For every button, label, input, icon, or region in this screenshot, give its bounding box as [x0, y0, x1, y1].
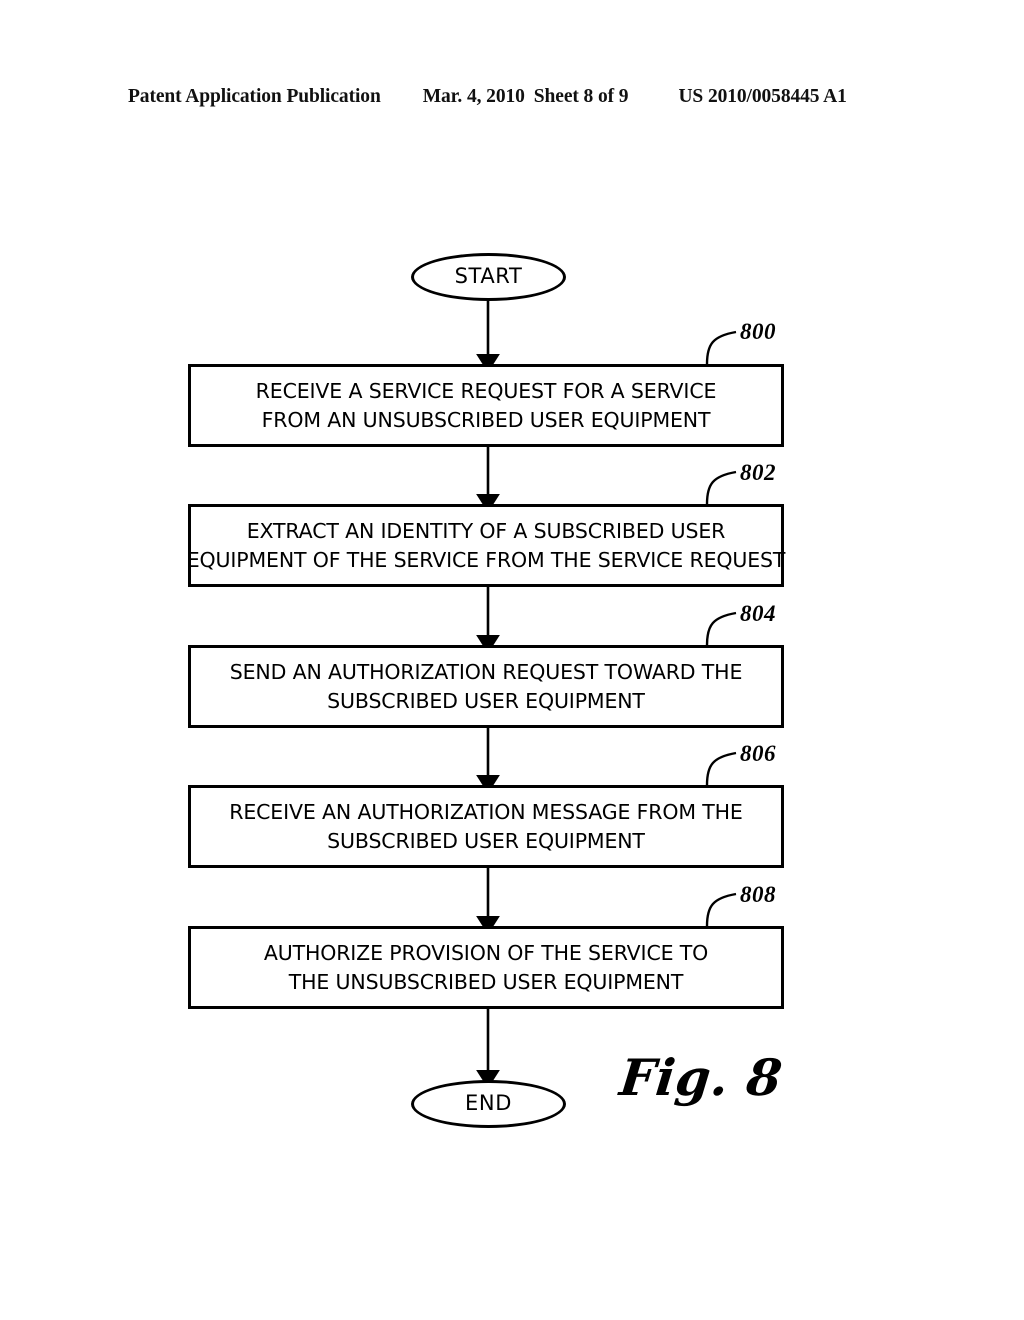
- leader-line-800: [705, 330, 737, 365]
- step-802-line1: EXTRACT AN IDENTITY OF A SUBSCRIBED USER: [246, 518, 726, 543]
- step-800-line2: FROM AN UNSUBSCRIBED USER EQUIPMENT: [261, 407, 711, 432]
- reference-numeral-802: 802: [740, 460, 776, 485]
- step-806-line1: RECEIVE AN AUTHORIZATION MESSAGE FROM TH…: [229, 799, 743, 824]
- step-804-line2: SUBSCRIBED USER EQUIPMENT: [327, 688, 645, 713]
- reference-numeral-804: 804: [740, 601, 776, 626]
- figure-flowchart: START RECEIVE A SERVICE REQUEST FOR A SE…: [0, 0, 1024, 1320]
- figure-caption: Fig. 8: [616, 1048, 786, 1107]
- flowchart-step-804: SEND AN AUTHORIZATION REQUEST TOWARD THE…: [188, 645, 784, 728]
- reference-numeral-800: 800: [740, 319, 776, 344]
- flowchart-end-node: END: [411, 1080, 566, 1128]
- step-800-line1: RECEIVE A SERVICE REQUEST FOR A SERVICE: [255, 378, 717, 403]
- flowchart-step-802: EXTRACT AN IDENTITY OF A SUBSCRIBED USER…: [186, 504, 786, 587]
- step-802-line2: EQUIPMENT OF THE SERVICE FROM THE SERVIC…: [186, 547, 786, 572]
- step-806-line2: SUBSCRIBED USER EQUIPMENT: [327, 828, 645, 853]
- step-808-line1: AUTHORIZE PROVISION OF THE SERVICE TO: [263, 940, 709, 965]
- flowchart-start-node: START: [411, 253, 566, 301]
- leader-line-804: [705, 611, 737, 646]
- leader-line-802: [705, 470, 737, 505]
- step-808-line2: THE UNSUBSCRIBED USER EQUIPMENT: [288, 969, 684, 994]
- flowchart-step-806: RECEIVE AN AUTHORIZATION MESSAGE FROM TH…: [188, 785, 784, 868]
- start-label: START: [454, 264, 523, 288]
- step-804-line1: SEND AN AUTHORIZATION REQUEST TOWARD THE: [229, 659, 743, 684]
- reference-numeral-808: 808: [740, 882, 776, 907]
- flowchart-step-808: AUTHORIZE PROVISION OF THE SERVICE TO TH…: [188, 926, 784, 1009]
- leader-line-808: [705, 892, 737, 927]
- end-label: END: [465, 1091, 512, 1115]
- leader-line-806: [705, 751, 737, 786]
- reference-numeral-806: 806: [740, 741, 776, 766]
- flowchart-step-800: RECEIVE A SERVICE REQUEST FOR A SERVICE …: [188, 364, 784, 447]
